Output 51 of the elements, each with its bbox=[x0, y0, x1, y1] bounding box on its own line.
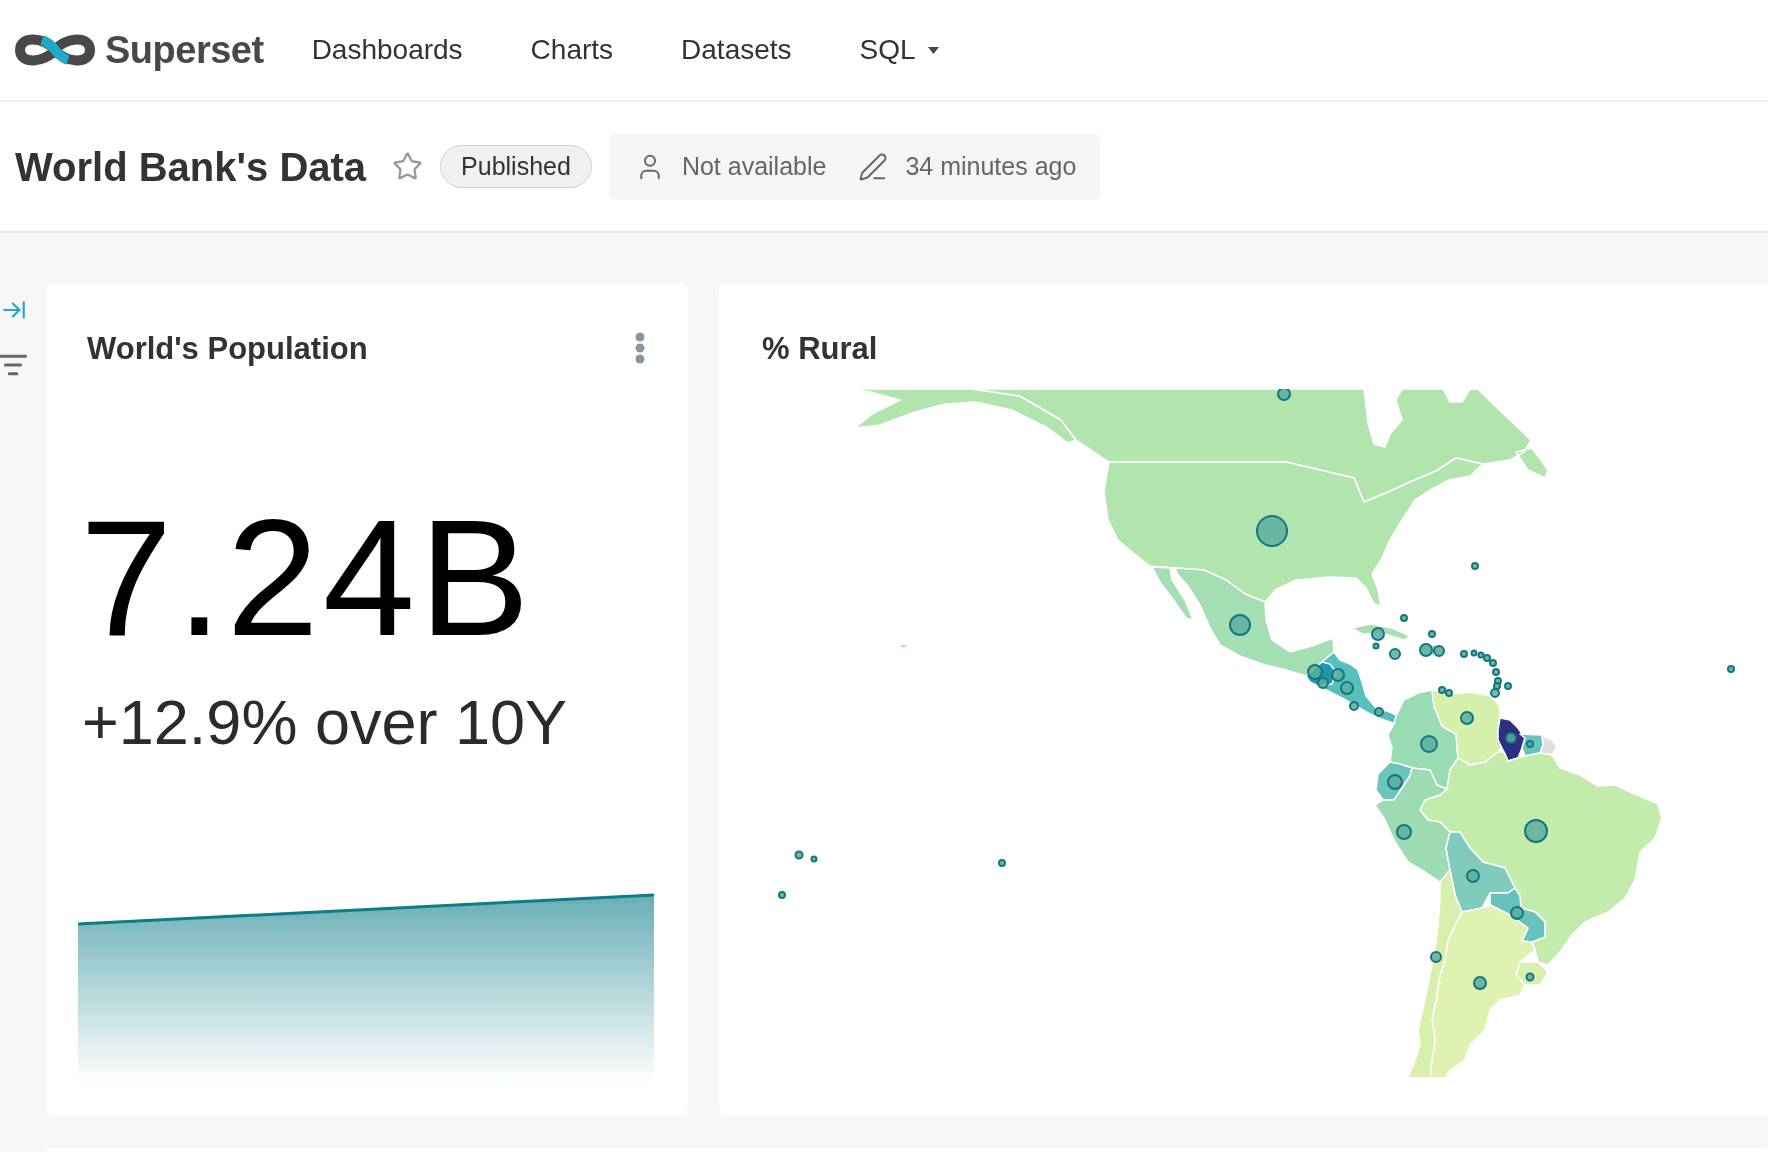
bubble-marker bbox=[794, 850, 804, 860]
bubble-marker bbox=[1510, 906, 1524, 920]
bubble-marker bbox=[1466, 869, 1480, 883]
bubble-marker bbox=[1331, 668, 1345, 682]
bubble-marker bbox=[1307, 664, 1323, 680]
bubble-marker bbox=[1389, 648, 1401, 660]
nav-dropdown[interactable]: SQL bbox=[859, 36, 939, 64]
dashboard-title: World Bank's Data bbox=[15, 146, 367, 187]
nav-link[interactable]: Dashboards bbox=[311, 36, 463, 64]
bubble-marker bbox=[1525, 972, 1535, 982]
caret-down-icon bbox=[927, 46, 939, 54]
big-number-value: 7.24B bbox=[79, 495, 534, 661]
bubble-marker bbox=[1277, 389, 1291, 401]
bubble-marker bbox=[1505, 732, 1517, 744]
bubble-marker bbox=[778, 891, 786, 899]
bubble-marker bbox=[1349, 701, 1359, 711]
pencil-icon bbox=[858, 151, 889, 182]
bubble-marker bbox=[1504, 682, 1512, 690]
kebab-menu-icon[interactable] bbox=[635, 332, 645, 364]
nav-link[interactable]: Datasets bbox=[681, 36, 792, 64]
bubble-marker bbox=[1317, 677, 1329, 689]
bubble-marker bbox=[998, 859, 1006, 867]
bubble-marker bbox=[1256, 515, 1288, 547]
bubble-marker bbox=[1460, 650, 1468, 658]
status-tag: Published bbox=[440, 145, 592, 188]
modified-text: 34 minutes ago bbox=[905, 154, 1077, 179]
bubble-marker bbox=[1471, 562, 1479, 570]
bubble-marker bbox=[1374, 707, 1384, 717]
chart-title: World's Population bbox=[87, 332, 368, 364]
bubble-marker bbox=[1340, 681, 1354, 695]
brand-name: Superset bbox=[105, 31, 264, 69]
bubble-marker bbox=[1419, 643, 1433, 657]
chart-title: % Rural bbox=[762, 332, 878, 364]
bubble-marker bbox=[1400, 614, 1408, 622]
bubble-marker bbox=[810, 855, 818, 863]
bubble-marker bbox=[1420, 735, 1438, 753]
bubble-marker bbox=[1387, 774, 1403, 790]
bubble-marker bbox=[1428, 630, 1436, 638]
nav-link[interactable]: Charts bbox=[530, 36, 614, 64]
star-icon[interactable] bbox=[392, 151, 424, 182]
bubble-marker bbox=[1526, 740, 1534, 748]
country-shape bbox=[899, 643, 909, 649]
big-number-subheader: +12.9% over 10Y bbox=[81, 691, 568, 754]
bubble-marker bbox=[1430, 951, 1442, 963]
owner-text: Not available bbox=[681, 154, 827, 179]
bubble-marker bbox=[1460, 711, 1474, 725]
bubble-marker bbox=[1490, 688, 1500, 698]
bubble-marker bbox=[1727, 665, 1735, 673]
bubble-marker bbox=[1396, 824, 1412, 840]
bubble-marker bbox=[1473, 976, 1487, 990]
bubble-marker bbox=[1433, 645, 1445, 657]
